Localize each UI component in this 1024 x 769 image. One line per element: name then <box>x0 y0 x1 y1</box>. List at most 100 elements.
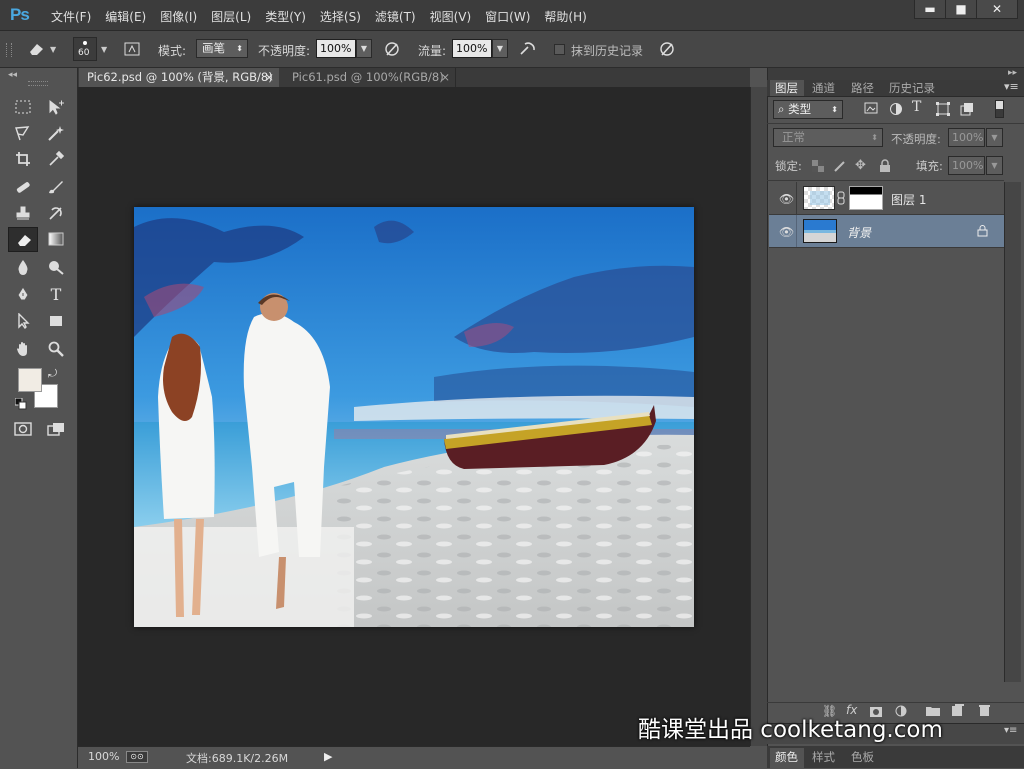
blur-tool-icon[interactable] <box>11 256 35 278</box>
layer-opacity-input[interactable]: 100% <box>948 128 985 147</box>
lock-transparent-icon[interactable] <box>812 160 824 175</box>
tab-pic62[interactable]: Pic62.psd @ 100% (背景, RGB/8) × <box>79 68 279 87</box>
tab-channels[interactable]: 通道 <box>812 80 835 96</box>
airbrush-icon[interactable] <box>518 39 538 59</box>
layer-filter-select[interactable]: ⌕ 类型 ⬍ <box>773 100 843 119</box>
minimize-button[interactable]: ▬ <box>914 0 946 19</box>
menu-help[interactable]: 帮助(H) <box>537 8 593 25</box>
close-button[interactable]: ✕ <box>976 0 1018 19</box>
rectangle-tool-icon[interactable] <box>44 310 68 332</box>
pressure-size-icon[interactable] <box>657 39 677 59</box>
filter-type-icon[interactable]: T <box>912 99 921 115</box>
clone-stamp-tool-icon[interactable] <box>11 202 35 224</box>
menu-layer[interactable]: 图层(L) <box>204 8 258 25</box>
layer-row-background[interactable]: 👁 背景 <box>769 215 1004 248</box>
filter-adjustment-icon[interactable] <box>889 102 903 119</box>
grip-handle[interactable] <box>6 43 12 57</box>
close-tab-icon[interactable]: × <box>440 68 450 87</box>
layer-opacity-dropdown[interactable]: ▼ <box>986 128 1003 147</box>
close-tab-icon[interactable]: × <box>264 68 274 87</box>
layer-name[interactable]: 图层 1 <box>891 191 926 208</box>
trash-icon[interactable] <box>979 704 990 719</box>
path-selection-tool-icon[interactable] <box>11 310 35 332</box>
lock-position-icon[interactable]: ✥ <box>855 158 866 173</box>
erase-history-checkbox[interactable] <box>554 44 565 55</box>
brush-preview[interactable]: 60 <box>73 37 97 61</box>
healing-brush-tool-icon[interactable] <box>11 176 35 198</box>
menu-view[interactable]: 视图(V) <box>423 8 479 25</box>
collapse-arrows-icon[interactable]: ◂◂ <box>8 70 17 80</box>
new-layer-icon[interactable] <box>952 704 964 719</box>
eraser-tool-selected[interactable] <box>8 227 38 252</box>
tab-history[interactable]: 历史记录 <box>889 80 935 96</box>
menu-select[interactable]: 选择(S) <box>313 8 368 25</box>
toolbox-grip[interactable] <box>28 81 48 86</box>
layer-row-layer1[interactable]: 👁 图层 1 <box>769 182 1004 215</box>
layer1-mask-thumbnail[interactable] <box>849 186 883 210</box>
quick-mask-icon[interactable] <box>11 418 35 440</box>
lasso-tool-icon[interactable] <box>11 122 35 144</box>
maximize-button[interactable]: ■ <box>945 0 977 19</box>
flow-dropdown-button[interactable]: ▼ <box>492 39 508 58</box>
panel-menu-icon[interactable]: ▾≡ <box>1004 725 1017 736</box>
zoom-tool-icon[interactable] <box>44 338 68 360</box>
filter-smart-object-icon[interactable] <box>960 102 974 119</box>
preset-dropdown-arrow[interactable]: ▼ <box>50 45 56 54</box>
menu-edit[interactable]: 编辑(E) <box>98 8 153 25</box>
gradient-tool-icon[interactable] <box>44 228 68 250</box>
collapse-panel-icon[interactable]: ▸▸ <box>1008 68 1017 78</box>
menu-file[interactable]: 文件(F) <box>44 8 98 25</box>
blend-mode-select[interactable]: 正常 ⬍ <box>773 128 883 147</box>
lock-pixels-icon[interactable] <box>833 159 847 176</box>
fill-input[interactable]: 100% <box>948 156 985 175</box>
tab-layers[interactable]: 图层 <box>770 80 804 96</box>
status-menu-arrow-icon[interactable]: ▶ <box>324 750 332 763</box>
filter-pixel-icon[interactable] <box>864 102 878 117</box>
chain-link-icon[interactable] <box>837 191 845 208</box>
lock-all-icon[interactable] <box>879 159 891 176</box>
panel-menu-icon[interactable]: ▾≡ <box>1004 80 1019 93</box>
layer-name[interactable]: 背景 <box>847 224 871 241</box>
vertical-scrollbar[interactable] <box>750 87 767 746</box>
pressure-opacity-icon[interactable] <box>382 39 402 59</box>
move-tool-icon[interactable] <box>44 96 68 118</box>
eye-icon[interactable]: 👁 <box>779 192 794 206</box>
background-layer-thumbnail[interactable] <box>803 219 837 243</box>
magic-wand-tool-icon[interactable] <box>44 122 68 144</box>
fill-dropdown[interactable]: ▼ <box>986 156 1003 175</box>
document-image[interactable] <box>134 207 694 627</box>
filter-shape-icon[interactable] <box>936 102 950 119</box>
status-view-icon[interactable]: ⊙⊙ <box>126 751 148 763</box>
marquee-tool-icon[interactable] <box>11 96 35 118</box>
menu-type[interactable]: 类型(Y) <box>258 8 313 25</box>
tab-paths[interactable]: 路径 <box>851 80 874 96</box>
filter-toggle-switch[interactable] <box>995 100 1004 118</box>
layer1-thumbnail[interactable] <box>803 186 835 210</box>
pen-tool-icon[interactable] <box>11 283 35 305</box>
menu-image[interactable]: 图像(I) <box>153 8 204 25</box>
opacity-dropdown-button[interactable]: ▼ <box>356 39 372 58</box>
brush-dropdown-arrow[interactable]: ▼ <box>101 45 107 54</box>
default-colors-icon[interactable] <box>14 397 27 413</box>
brush-tool-icon[interactable] <box>44 176 68 198</box>
history-brush-tool-icon[interactable] <box>44 202 68 224</box>
hand-tool-icon[interactable] <box>11 338 35 360</box>
menu-window[interactable]: 窗口(W) <box>478 8 537 25</box>
eyedropper-tool-icon[interactable] <box>44 148 68 170</box>
tab-color[interactable]: 颜色 <box>770 748 804 768</box>
screen-mode-icon[interactable] <box>44 418 68 440</box>
type-tool-icon[interactable]: T <box>44 283 68 305</box>
zoom-level[interactable]: 100% <box>88 750 119 763</box>
menu-filter[interactable]: 滤镜(T) <box>368 8 423 25</box>
flow-input[interactable]: 100% <box>452 39 492 58</box>
tab-swatches[interactable]: 色板 <box>851 748 874 766</box>
eye-icon[interactable]: 👁 <box>779 225 794 239</box>
swap-colors-icon[interactable]: ⤾ <box>48 367 57 381</box>
opacity-input[interactable]: 100% <box>316 39 356 58</box>
tab-pic61[interactable]: Pic61.psd @ 100%(RGB/8) × <box>284 68 456 87</box>
crop-tool-icon[interactable] <box>11 148 35 170</box>
layers-scrollbar[interactable] <box>1004 182 1021 682</box>
mode-select[interactable]: 画笔 ⬍ <box>196 39 248 58</box>
brush-panel-icon[interactable] <box>122 39 142 59</box>
dodge-tool-icon[interactable] <box>44 256 68 278</box>
